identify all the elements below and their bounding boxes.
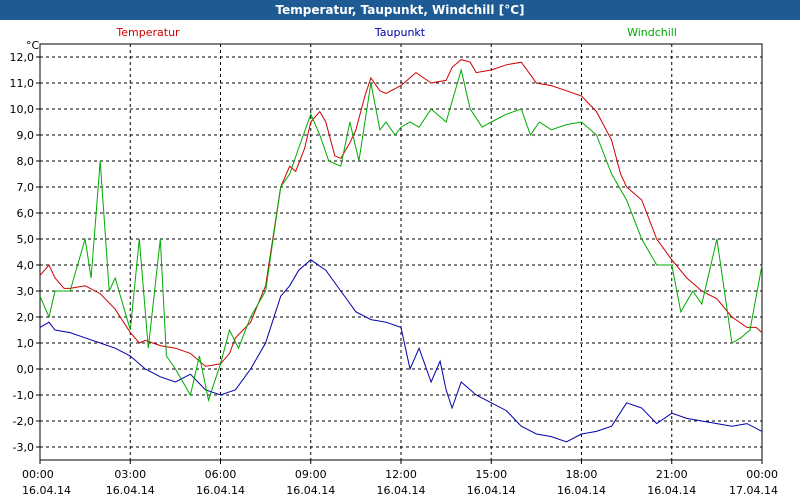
y-tick-label: 11,0 xyxy=(10,77,35,90)
y-tick-label: 5,0 xyxy=(17,233,35,246)
y-tick-label: 9,0 xyxy=(17,129,35,142)
grid xyxy=(40,44,762,460)
x-tick-date: 17.04.14 xyxy=(729,484,778,497)
chart-title: Temperatur, Taupunkt, Windchill [°C] xyxy=(276,3,525,17)
x-tick-date: 16.04.14 xyxy=(557,484,606,497)
y-tick-label: -1,0 xyxy=(13,389,34,402)
y-tick-label: 6,0 xyxy=(17,207,35,220)
y-tick-label: -2,0 xyxy=(13,415,34,428)
legend-taupunkt: Taupunkt xyxy=(374,26,426,39)
x-axis: 00:00 16.04.14 03:00 16.04.14 06:00 16.04.14 0… xyxy=(22,460,778,497)
x-tick-date: 16.04.14 xyxy=(286,484,335,497)
y-tick-label: -3,0 xyxy=(13,441,34,454)
x-tick-time: 00:00 xyxy=(22,468,54,481)
x-tick-date: 16.04.14 xyxy=(196,484,245,497)
x-tick-date: 16.04.14 xyxy=(22,484,71,497)
legend-windchill: Windchill xyxy=(627,26,677,39)
x-tick-time: 12:00 xyxy=(385,468,417,481)
x-tick-date: 16.04.14 xyxy=(106,484,155,497)
x-tick-date: 16.04.14 xyxy=(377,484,426,497)
legend: Temperatur Taupunkt Windchill xyxy=(115,26,677,39)
x-tick-time: 06:00 xyxy=(205,468,237,481)
y-axis: 12,0 11,0 10,0 9,0 8,0 7,0 6,0 5,0 4,0 3,0 2,0 1,0 0… xyxy=(10,51,40,454)
y-tick-label: 2,0 xyxy=(17,311,35,324)
y-tick-label: 3,0 xyxy=(17,285,35,298)
y-tick-label: 1,0 xyxy=(17,337,35,350)
y-tick-label: 7,0 xyxy=(17,181,35,194)
x-tick-time: 15:00 xyxy=(475,468,507,481)
x-tick-time: 09:00 xyxy=(295,468,327,481)
y-tick-label: 4,0 xyxy=(17,259,35,272)
x-tick-time: 21:00 xyxy=(656,468,688,481)
chart-window: Temperatur, Taupunkt, Windchill [°C] °C … xyxy=(0,0,800,500)
legend-temperatur: Temperatur xyxy=(115,26,180,39)
y-tick-label: 10,0 xyxy=(10,103,35,116)
chart-canvas: Temperatur, Taupunkt, Windchill [°C] °C … xyxy=(0,0,800,497)
x-tick-time: 18:00 xyxy=(566,468,598,481)
x-tick-date: 16.04.14 xyxy=(467,484,516,497)
y-tick-label: 12,0 xyxy=(10,51,35,64)
y-tick-label: 8,0 xyxy=(17,155,35,168)
y-tick-label: 0,0 xyxy=(17,363,35,376)
x-tick-date: 16.04.14 xyxy=(647,484,696,497)
x-tick-time: 00:00 xyxy=(746,468,778,481)
x-tick-time: 03:00 xyxy=(114,468,146,481)
